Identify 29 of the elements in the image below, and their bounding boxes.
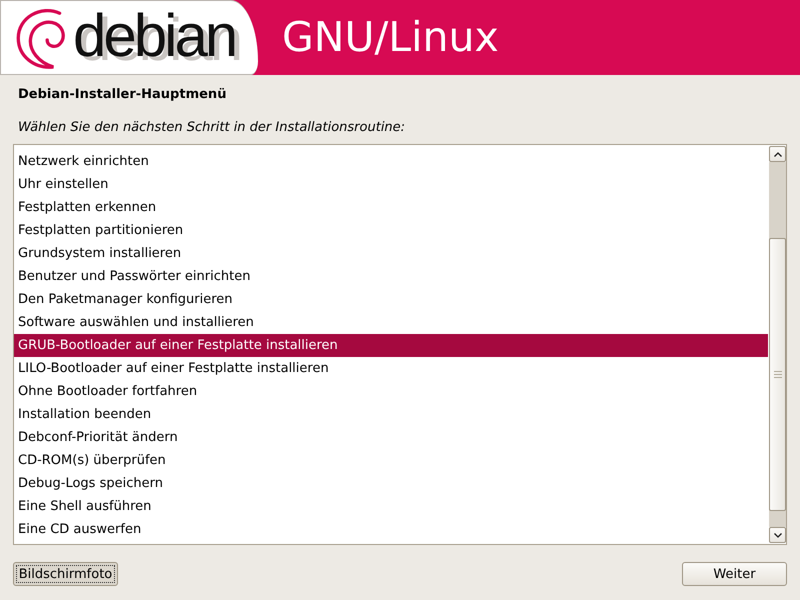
banner-title: GNU/Linux xyxy=(282,12,499,60)
caret-up-icon xyxy=(774,152,782,156)
menu-item[interactable]: Debconf-Priorität ändern xyxy=(14,426,768,449)
scrollbar-thumb[interactable] xyxy=(769,238,786,511)
menu-item[interactable]: Software auswählen und installieren xyxy=(14,311,768,334)
dialog-prompt: Wählen Sie den nächsten Schritt in der Installationsroutine: xyxy=(18,120,406,136)
grip-lines-icon xyxy=(774,371,782,378)
menu-item[interactable]: LILO-Bootloader auf einer Festplatte installieren xyxy=(14,357,768,380)
menu-item[interactable]: Eine CD auswerfen xyxy=(14,518,768,541)
menu-item[interactable]: Eine Shell ausführen xyxy=(14,495,768,518)
caret-down-icon xyxy=(774,532,782,538)
menu-item[interactable]: Debug-Logs speichern xyxy=(14,472,768,495)
menu-item[interactable]: CD-ROM(s) überprüfen xyxy=(14,449,768,472)
menu-item[interactable]: Den Paketmanager konfigurieren xyxy=(14,288,768,311)
dialog-button[interactable]: Weiter xyxy=(682,562,787,586)
scroll-up-button[interactable] xyxy=(769,146,786,162)
menu-item[interactable]: Festplatten partitionieren xyxy=(14,219,768,242)
menu-item[interactable]: Festplatten erkennen xyxy=(14,196,768,219)
menu-item[interactable]: Ohne Bootloader fortfahren xyxy=(14,380,768,403)
logo-wordmark: debian xyxy=(73,4,236,68)
dialog-button[interactable]: Bildschirmfoto xyxy=(13,562,118,586)
scroll-down-button[interactable] xyxy=(769,527,786,543)
menu-item[interactable]: GRUB-Bootloader auf einer Festplatte installieren xyxy=(14,334,768,357)
menu-item[interactable]: Benutzer und Passwörter einrichten xyxy=(14,265,768,288)
menu-item[interactable]: Installation beenden xyxy=(14,403,768,426)
menu-item[interactable]: Grundsystem installieren xyxy=(14,242,768,265)
menu-item[interactable]: Netzwerk einrichten xyxy=(14,150,768,173)
menu-item[interactable]: Uhr einstellen xyxy=(14,173,768,196)
dialog-title: Debian-Installer-Hauptmenü xyxy=(18,87,228,103)
